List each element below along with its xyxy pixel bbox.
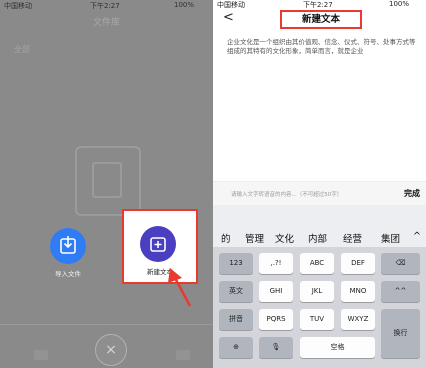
candidate-word[interactable]: 文化 bbox=[275, 231, 294, 245]
time-label: 下午2:27 bbox=[303, 1, 333, 9]
carrier-label: 中国移动 bbox=[217, 1, 245, 9]
back-icon[interactable]: < bbox=[223, 10, 234, 25]
page-title: 文件库 bbox=[92, 18, 120, 28]
keyboard: 的 管理 文化 内部 经营 集团 ^ 123 ,.?! ABC DEF ⌫ 英文… bbox=[213, 205, 426, 368]
key-def[interactable]: DEF bbox=[341, 253, 375, 274]
key-tuv[interactable]: TUV bbox=[300, 309, 334, 330]
candidate-word[interactable]: 经营 bbox=[343, 231, 362, 245]
key-wxyz[interactable]: WXYZ bbox=[341, 309, 375, 330]
key-pinyin[interactable]: 拼音 bbox=[219, 309, 253, 330]
battery-label: 100% bbox=[174, 1, 195, 9]
divider bbox=[0, 324, 213, 325]
import-icon bbox=[60, 236, 76, 254]
candidate-word[interactable]: 集团 bbox=[381, 231, 400, 245]
candidate-bar: 的 管理 文化 内部 经营 集团 ^ bbox=[213, 205, 426, 247]
key-pqrs[interactable]: PQRS bbox=[259, 309, 293, 330]
status-bar: 中国移动 下午2:27 100% bbox=[213, 0, 426, 10]
microphone-key-icon[interactable]: 🎙 bbox=[259, 337, 293, 358]
new-text-button[interactable] bbox=[140, 226, 176, 262]
key-numbers[interactable]: 123 bbox=[219, 253, 253, 274]
key-english[interactable]: 英文 bbox=[219, 281, 253, 302]
status-bar: 中国移动 下午2:27 100% bbox=[0, 0, 213, 12]
expand-candidates-icon[interactable]: ^ bbox=[413, 231, 421, 242]
import-file-label: 导入文件 bbox=[55, 270, 81, 278]
battery-label: 100% bbox=[389, 0, 410, 8]
key-jkl[interactable]: JKL bbox=[300, 281, 334, 302]
candidate-word[interactable]: 管理 bbox=[245, 231, 264, 245]
tab-icon-right[interactable] bbox=[176, 350, 190, 360]
input-placeholder: 请输入文字转语音的内容...（不可超过50字） bbox=[231, 192, 343, 198]
return-key[interactable]: 换行 bbox=[381, 309, 420, 358]
key-punctuation[interactable]: ,.?! bbox=[259, 253, 293, 274]
emoji-key-icon[interactable]: ^^ bbox=[381, 281, 420, 302]
empty-state-doc-inner-icon bbox=[92, 162, 122, 198]
globe-key-icon[interactable]: ⊕ bbox=[219, 337, 253, 358]
delete-key-icon[interactable]: ⌫ bbox=[381, 253, 420, 274]
key-abc[interactable]: ABC bbox=[300, 253, 334, 274]
new-text-icon bbox=[150, 237, 166, 252]
done-button[interactable]: 完成 bbox=[404, 188, 420, 199]
space-key[interactable]: 空格 bbox=[300, 337, 375, 358]
key-ghi[interactable]: GHI bbox=[259, 281, 293, 302]
page-title: 新建文本 bbox=[280, 10, 362, 29]
time-label: 下午2:27 bbox=[90, 2, 120, 10]
new-text-label: 新建文本 bbox=[147, 268, 173, 276]
key-mno[interactable]: MNO bbox=[341, 281, 375, 302]
candidate-word[interactable]: 内部 bbox=[308, 231, 327, 245]
tab-icon-left[interactable] bbox=[34, 350, 48, 360]
text-input-area[interactable]: 企业文化是一个组织由其价值观、信念、仪式、符号、处事方式等组成的其特有的文化形象… bbox=[227, 38, 417, 56]
candidate-word[interactable]: 的 bbox=[221, 231, 231, 245]
input-toolbar: 请输入文字转语音的内容...（不可超过50字） 完成 bbox=[213, 181, 426, 205]
file-library-screen: 中国移动 下午2:27 100% 文件库 全部 导入文件 新建文本 × bbox=[0, 0, 213, 368]
import-file-button[interactable] bbox=[50, 228, 86, 264]
close-button[interactable]: × bbox=[95, 334, 127, 366]
new-text-screen: 中国移动 下午2:27 100% < 新建文本 企业文化是一个组织由其价值观、信… bbox=[213, 0, 426, 368]
filter-dropdown[interactable]: 全部 bbox=[14, 44, 30, 55]
carrier-label: 中国移动 bbox=[4, 2, 32, 10]
